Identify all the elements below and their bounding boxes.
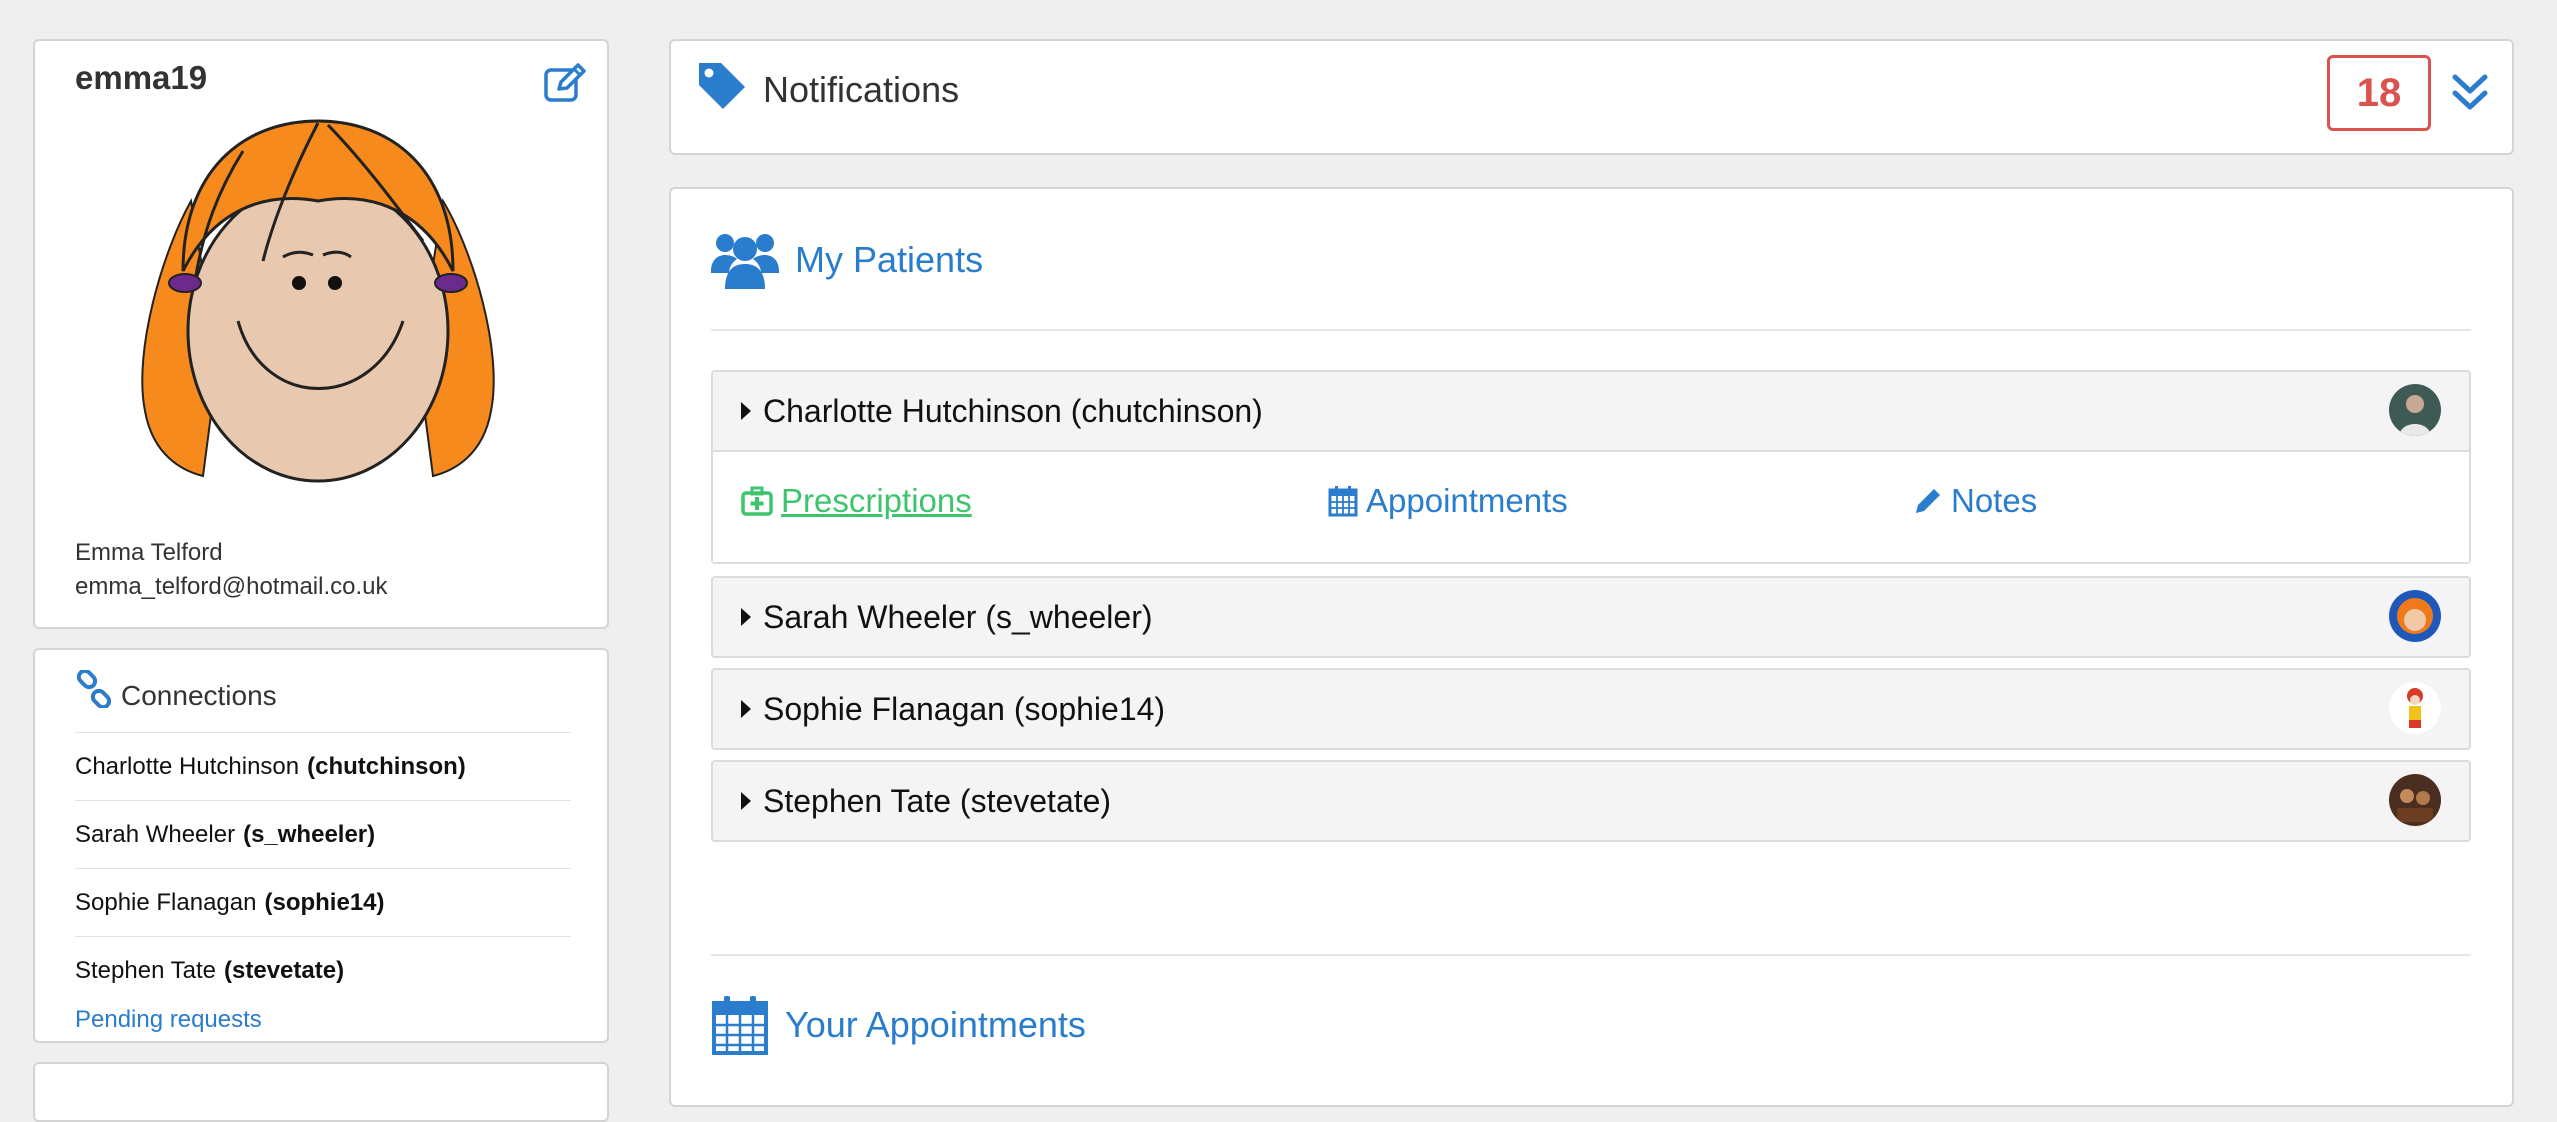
notifications-title: Notifications <box>763 69 960 110</box>
connection-item[interactable]: Charlotte Hutchinson (chutchinson) <box>75 732 571 800</box>
connection-item[interactable]: Sarah Wheeler (s_wheeler) <box>75 800 571 868</box>
connection-handle: (s_wheeler) <box>243 820 376 848</box>
notes-link[interactable]: Notes <box>1913 482 2037 520</box>
patient-name: Stephen Tate (stevetate) <box>763 782 1112 819</box>
patient-row-header[interactable]: Sarah Wheeler (s_wheeler) <box>713 578 2469 656</box>
patient-row: Sophie Flanagan (sophie14) <box>711 668 2471 750</box>
connection-item[interactable]: Sophie Flanagan (sophie14) <box>75 868 571 936</box>
patient-name: Charlotte Hutchinson (chutchinson) <box>763 392 1263 429</box>
patient-actions: Prescriptions Appointments Notes <box>713 450 2469 562</box>
calendar-icon <box>712 996 768 1055</box>
profile-full-name: Emma Telford <box>75 539 223 566</box>
profile-panel: emma19 Emma Telford emma_telford@hotmail… <box>33 39 609 629</box>
lower-panel <box>33 1062 609 1122</box>
connections-title: Connections <box>121 680 277 711</box>
patient-row: Stephen Tate (stevetate) <box>711 760 2471 842</box>
prescriptions-link[interactable]: Prescriptions <box>741 482 972 520</box>
caret-right-icon <box>741 402 751 420</box>
patient-avatar <box>2389 682 2441 734</box>
notes-label: Notes <box>1951 482 2038 519</box>
patient-row: Charlotte Hutchinson (chutchinson) Presc… <box>711 370 2471 564</box>
edit-icon[interactable] <box>543 61 587 103</box>
divider <box>711 954 2471 956</box>
chevron-double-down-icon[interactable] <box>2449 71 2491 115</box>
pencil-icon <box>1916 489 1940 513</box>
users-icon <box>711 234 779 289</box>
caret-right-icon <box>741 792 751 810</box>
connections-list: Charlotte Hutchinson (chutchinson) Sarah… <box>75 732 571 1004</box>
connection-handle: (stevetate) <box>224 956 345 984</box>
calendar-icon <box>1328 486 1358 517</box>
appointments-header: Your Appointments <box>711 994 1086 1056</box>
your-appointments-title: Your Appointments <box>785 1004 1086 1045</box>
caret-right-icon <box>741 700 751 718</box>
patient-row: Sarah Wheeler (s_wheeler) <box>711 576 2471 658</box>
profile-email: emma_telford@hotmail.co.uk <box>75 573 388 600</box>
connections-panel: Connections Charlotte Hutchinson (chutch… <box>33 648 609 1043</box>
connection-name: Charlotte Hutchinson <box>75 752 300 780</box>
avatar <box>141 119 495 483</box>
connection-handle: (sophie14) <box>264 888 385 916</box>
main-panel: My Patients Charlotte Hutchinson (chutch… <box>669 187 2514 1107</box>
notifications-bar: Notifications 18 <box>669 39 2514 155</box>
pending-requests-link[interactable]: Pending requests <box>75 1006 262 1034</box>
patients-header: My Patients <box>711 229 983 291</box>
connection-name: Sarah Wheeler <box>75 820 236 848</box>
prescriptions-label: Prescriptions <box>781 482 972 519</box>
appointments-label: Appointments <box>1366 482 1568 519</box>
profile-username: emma19 <box>75 59 208 96</box>
tag-icon <box>699 63 745 109</box>
connection-item[interactable]: Stephen Tate (stevetate) <box>75 936 571 1004</box>
medkit-icon <box>741 486 773 516</box>
patient-row-header[interactable]: Sophie Flanagan (sophie14) <box>713 670 2469 748</box>
divider <box>711 329 2471 331</box>
connection-handle: (chutchinson) <box>307 752 466 780</box>
connection-name: Sophie Flanagan <box>75 888 257 916</box>
my-patients-title: My Patients <box>795 239 984 280</box>
patient-row-header[interactable]: Stephen Tate (stevetate) <box>713 762 2469 840</box>
appointments-link[interactable]: Appointments <box>1328 482 1568 520</box>
patient-avatar <box>2389 774 2441 826</box>
patient-avatar <box>2389 590 2441 642</box>
connection-name: Stephen Tate <box>75 956 217 984</box>
patient-row-header[interactable]: Charlotte Hutchinson (chutchinson) <box>713 372 2469 450</box>
link-icon <box>76 670 112 708</box>
patient-name: Sophie Flanagan (sophie14) <box>763 690 1166 727</box>
notifications-count-badge[interactable]: 18 <box>2327 55 2431 131</box>
patient-name: Sarah Wheeler (s_wheeler) <box>763 598 1153 635</box>
caret-right-icon <box>741 608 751 626</box>
patient-avatar <box>2389 384 2441 436</box>
